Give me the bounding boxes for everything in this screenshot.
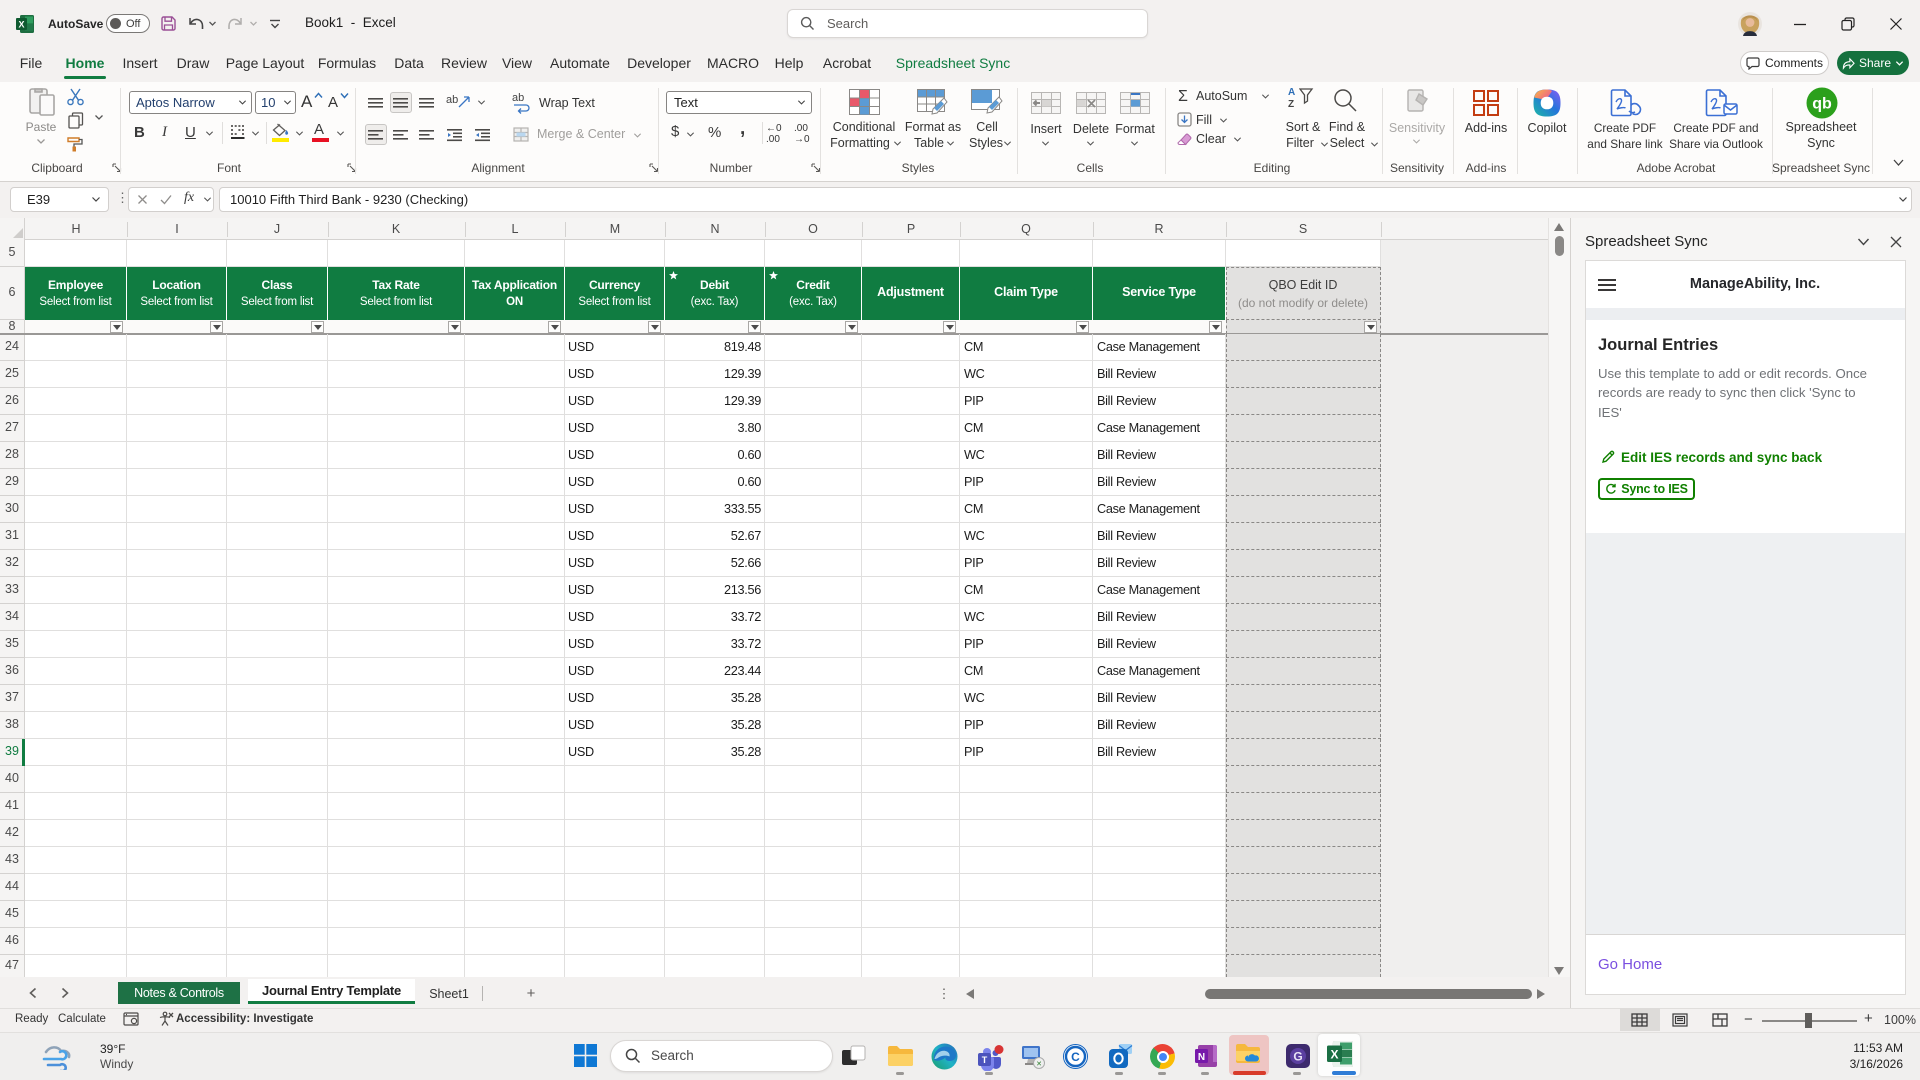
svg-text:✕: ✕: [1036, 1061, 1042, 1068]
svg-text:qb: qb: [1812, 96, 1832, 113]
svg-text:C: C: [1071, 1050, 1080, 1064]
svg-text:G: G: [1293, 1050, 1302, 1064]
svg-text:T: T: [982, 1055, 988, 1065]
svg-text:X: X: [18, 20, 24, 30]
svg-text:X: X: [1330, 1048, 1338, 1062]
svg-text:N: N: [1198, 1052, 1205, 1063]
